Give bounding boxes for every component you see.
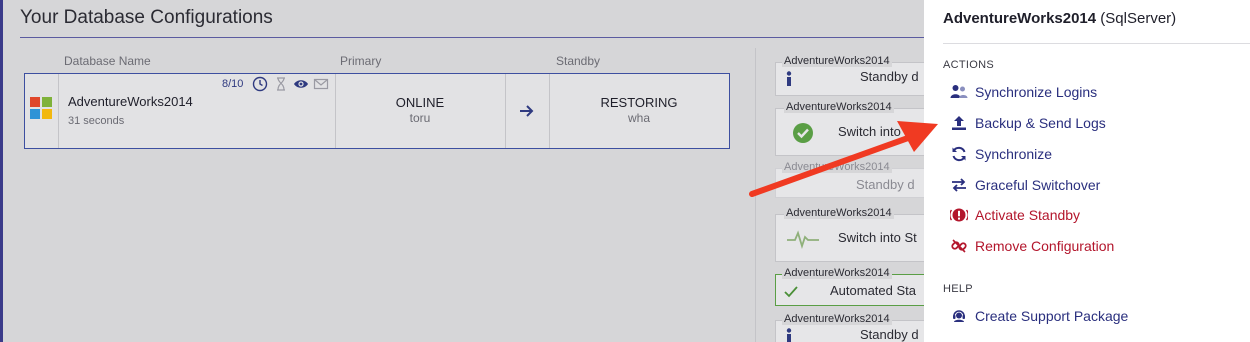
configuration-side-panel: AdventureWorks2014 (SqlServer) ACTIONS S… (924, 0, 1250, 342)
hourglass-icon[interactable] (273, 76, 289, 92)
panel-title-type: (SqlServer) (1100, 10, 1177, 27)
synchronize-action[interactable]: Synchronize (950, 143, 1052, 165)
activity-card-label: AdventureWorks2014 (782, 55, 892, 67)
unlink-icon (950, 237, 968, 255)
backup-send-logs-label: Backup & Send Logs (975, 115, 1106, 131)
support-icon (950, 307, 968, 325)
activity-card-label: AdventureWorks2014 (782, 313, 892, 325)
main-content-overlay: Your Database Configurations Database Na… (0, 0, 924, 342)
activate-standby-label: Activate Standby (975, 207, 1081, 223)
windows-logo-icon (30, 97, 52, 119)
info-icon (786, 328, 792, 342)
page-title: Your Database Configurations (20, 7, 273, 28)
actions-section-label: ACTIONS (943, 59, 994, 71)
panel-title-name: AdventureWorks2014 (943, 10, 1097, 27)
sync-count: 8/10 (222, 78, 244, 90)
alert-icon (950, 206, 968, 224)
activity-divider (755, 48, 756, 342)
database-name[interactable]: AdventureWorks2014 (68, 94, 193, 109)
activity-card-label: AdventureWorks2014 (782, 161, 892, 173)
activity-card-label: AdventureWorks2014 (782, 267, 892, 279)
title-divider (20, 37, 924, 38)
synchronize-logins-label: Synchronize Logins (975, 84, 1098, 100)
primary-host: toru (409, 111, 431, 125)
database-age: 31 seconds (68, 115, 125, 127)
remove-configuration-label: Remove Configuration (975, 238, 1115, 254)
activity-card-text: Standby d (860, 69, 919, 84)
upload-icon (950, 114, 968, 132)
check-icon (784, 286, 798, 298)
panel-title: AdventureWorks2014 (SqlServer) (943, 10, 1176, 27)
help-section-label: HELP (943, 283, 973, 295)
column-header-standby: Standby (556, 54, 601, 68)
left-edge-bar (0, 0, 3, 342)
activity-card[interactable]: Switch into (775, 108, 924, 156)
check-circle-icon (793, 123, 813, 143)
create-support-package-label: Create Support Package (975, 308, 1129, 324)
activity-card[interactable]: Switch into St (775, 214, 924, 262)
cell-divider (58, 74, 59, 148)
remove-configuration-action[interactable]: Remove Configuration (950, 235, 1114, 257)
column-header-database-name: Database Name (64, 54, 151, 68)
arrow-right-icon (520, 105, 534, 117)
create-support-package-action[interactable]: Create Support Package (950, 305, 1128, 327)
envelope-icon[interactable] (313, 76, 329, 92)
activity-card-text: Automated Sta (830, 283, 916, 298)
sync-icon (950, 145, 968, 163)
activity-card-text: Switch into (838, 124, 901, 139)
primary-status: ONLINE (395, 95, 445, 110)
activity-card-text: Standby d (856, 177, 915, 192)
activity-card[interactable]: Standby d (775, 62, 924, 96)
column-header-primary: Primary (340, 54, 382, 68)
synchronize-label: Synchronize (975, 146, 1053, 162)
activate-standby-action[interactable]: Activate Standby (950, 204, 1080, 226)
panel-divider (943, 43, 1250, 44)
activity-card-label: AdventureWorks2014 (784, 101, 894, 113)
users-icon (950, 83, 968, 101)
standby-host: wha (627, 111, 650, 125)
table-row[interactable]: AdventureWorks2014 31 seconds 8/10 ONLIN… (24, 73, 730, 149)
backup-send-logs-action[interactable]: Backup & Send Logs (950, 112, 1106, 134)
standby-status: RESTORING (600, 95, 678, 110)
swap-icon (950, 176, 968, 194)
activity-card-text: Standby d (860, 327, 919, 342)
activity-card-label: AdventureWorks2014 (784, 207, 894, 219)
activity-card-text: Switch into St (838, 230, 917, 245)
graceful-switchover-action[interactable]: Graceful Switchover (950, 174, 1100, 196)
eye-icon[interactable] (293, 76, 309, 92)
graceful-switchover-label: Graceful Switchover (975, 177, 1101, 193)
cell-divider (505, 74, 506, 148)
info-icon (786, 71, 792, 86)
heartbeat-icon (787, 230, 819, 249)
synchronize-logins-action[interactable]: Synchronize Logins (950, 81, 1097, 103)
clock-icon[interactable] (252, 76, 268, 92)
